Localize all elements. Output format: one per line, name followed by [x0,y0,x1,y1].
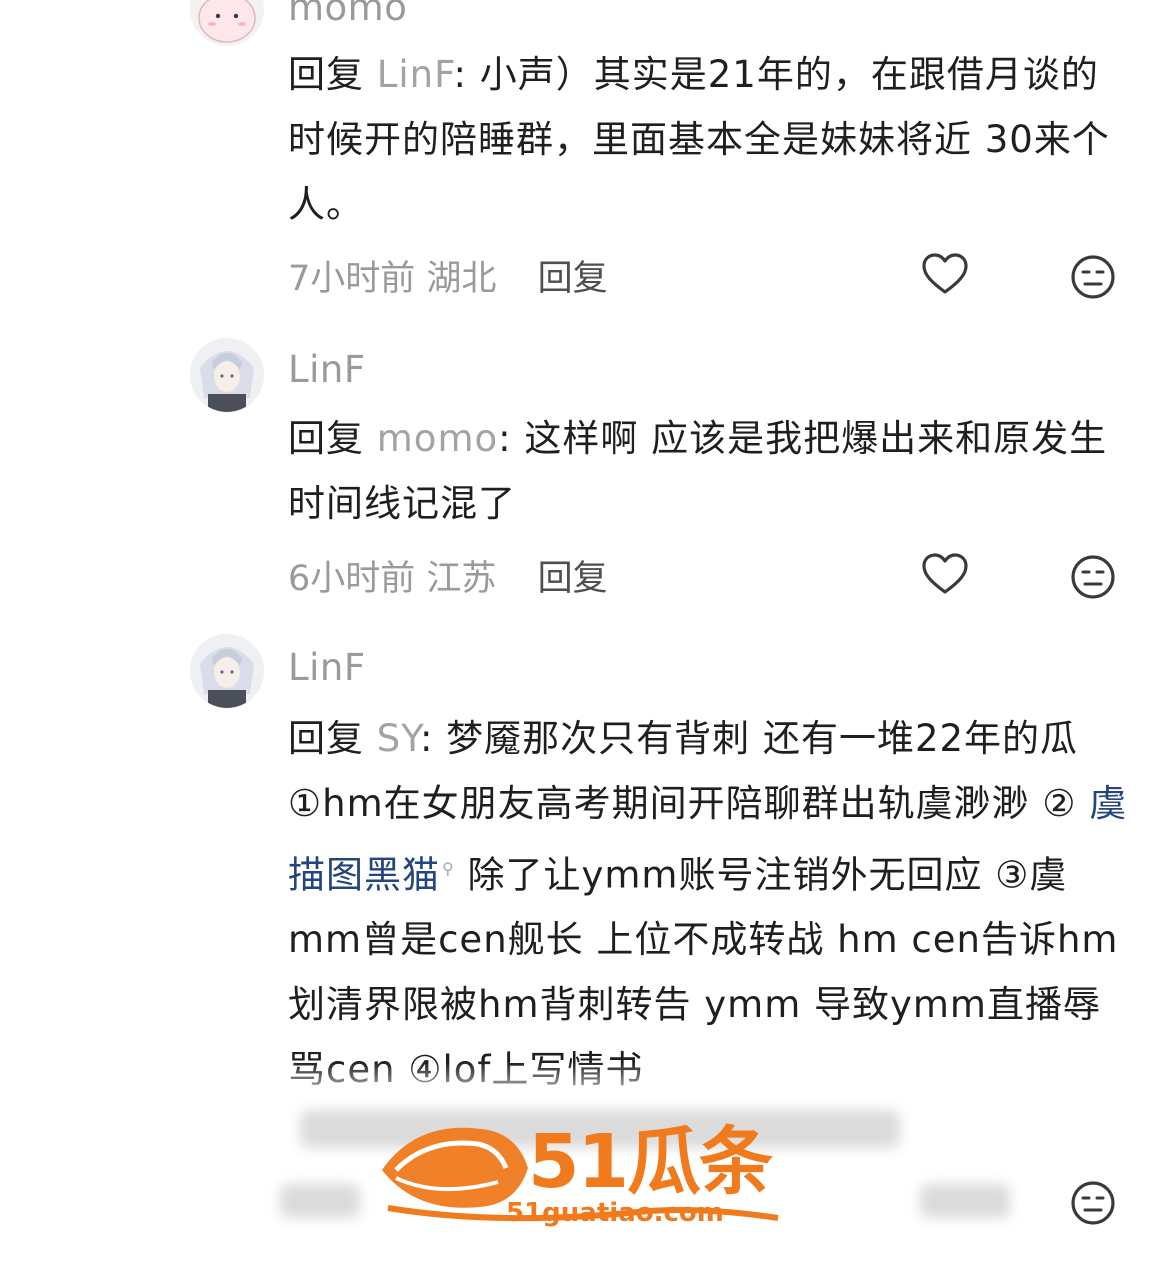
avatar-momo [190,0,264,46]
comment-body: 回复 SY: 梦魇那次只有背刺 还有一堆22年的瓜 ①hm在女朋友高考期间开陪聊… [288,706,1128,1086]
watermark-brand: 51瓜条 [528,1119,773,1205]
neutral-face-icon[interactable] [1068,552,1118,602]
reply-prefix: 回复 [288,53,377,96]
reply-prefix: 回复 [288,417,377,460]
neutral-face-icon[interactable] [1068,252,1118,302]
heart-outline-icon[interactable] [920,250,970,300]
search-icon[interactable]: ⚲ [442,859,455,878]
avatar[interactable] [190,634,264,708]
comment-body: 回复 momo: 这样啊 应该是我把爆出来和原发生时间线记混了 [288,406,1128,536]
watermark: 51瓜条 51guatiao.com [378,1108,788,1236]
comment-location: 湖北 [426,259,497,299]
blurred-line [280,1184,360,1218]
comment-time: 7小时前 [288,259,416,299]
comment-username[interactable]: LinF [288,646,366,689]
blurred-line [920,1184,1010,1218]
comment-body: 回复 LinF: 小声）其实是21年的，在跟借月谈的时候开的陪睡群，里面基本全是… [288,42,1128,237]
avatar[interactable] [190,0,264,46]
comment-time: 6小时前 [288,559,416,599]
comment-meta: 7小时前 湖北 回复 [288,250,608,301]
avatar[interactable] [190,338,264,412]
neutral-face-icon[interactable] [1068,1178,1118,1228]
mention-link[interactable]: LinF [377,53,454,96]
comment-location: 江苏 [426,559,497,599]
reply-button[interactable]: 回复 [538,559,608,599]
comment-meta: 6小时前 江苏 回复 [288,550,608,601]
heart-outline-icon[interactable] [920,550,970,600]
mention-link[interactable]: momo [377,417,498,460]
mention-link[interactable]: SY [377,717,420,760]
reply-button[interactable]: 回复 [538,259,608,299]
comment-username[interactable]: momo [288,0,407,29]
avatar-linf [190,634,264,708]
avatar-linf [190,338,264,412]
comment-username[interactable]: LinF [288,348,366,391]
reply-prefix: 回复 [288,717,377,760]
watermark-domain: 51guatiao.com [506,1198,724,1228]
